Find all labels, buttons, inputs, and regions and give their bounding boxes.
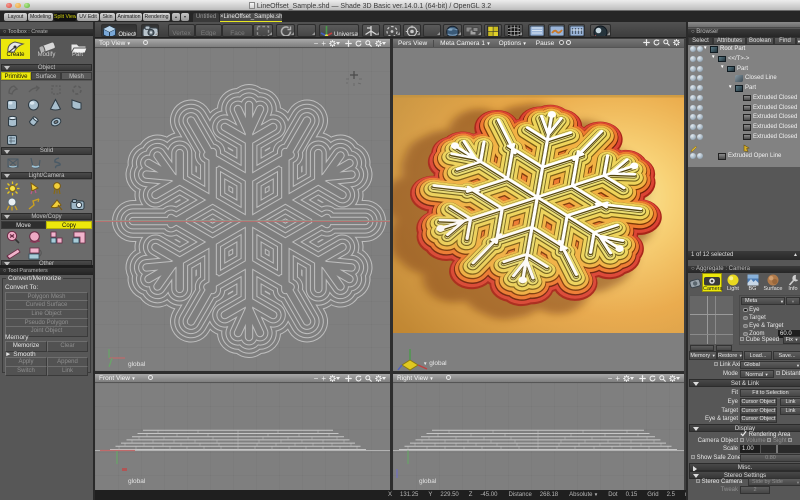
svg-text:global: global	[419, 478, 437, 485]
svg-text:global: global	[128, 361, 146, 368]
svg-text:global: global	[128, 478, 146, 485]
